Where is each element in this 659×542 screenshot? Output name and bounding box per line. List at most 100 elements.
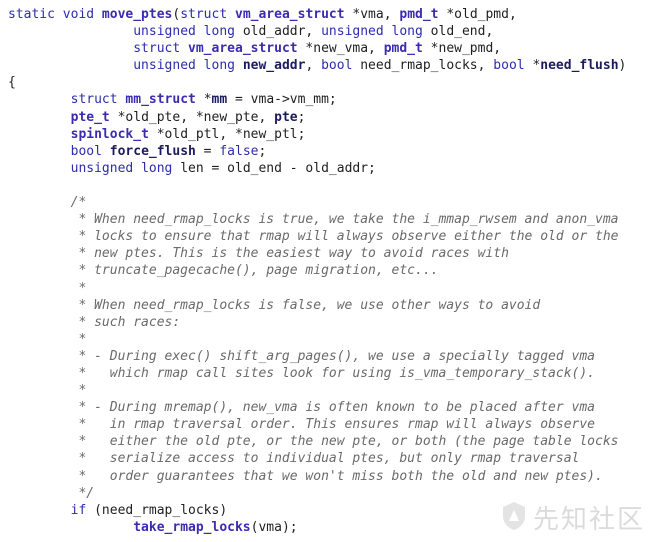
code-token: mm_struct [125, 92, 196, 108]
code-line: struct vm_area_struct *new_vma, pmd_t *n… [8, 40, 626, 57]
code-line: * serialize access to individual ptes, b… [8, 450, 626, 467]
code-token: = vma->vm_mm; [227, 92, 337, 108]
code-line: * which rmap call sites look for using i… [8, 365, 626, 382]
code-token: *old_pte, *new_pte, [109, 109, 275, 125]
code-block: static void move_ptes(struct vm_area_str… [8, 6, 626, 536]
code-token: * new ptes. This is the easiest way to a… [8, 246, 509, 262]
code-token: struct [70, 92, 126, 108]
code-token: struct [180, 7, 235, 22]
code-token: false [219, 143, 259, 159]
code-token: pmd_t [399, 7, 439, 22]
code-token: unsigned long [133, 58, 243, 74]
code-token: * serialize access to individual ptes, b… [8, 451, 580, 467]
code-token: * order guarantees that we won't miss bo… [8, 468, 603, 484]
code-line: * [8, 382, 626, 399]
code-token: * When need_rmap_locks is false, we use … [8, 297, 541, 313]
code-line: * - During mremap(), new_vma is often kn… [8, 399, 626, 416]
code-token: { [8, 75, 16, 91]
code-token: * in rmap traversal order. This ensures … [8, 417, 595, 433]
code-token: * such races: [8, 314, 181, 330]
code-token: * - During mremap(), new_vma is often kn… [8, 400, 595, 416]
code-line: struct mm_struct *mm = vma->vm_mm; [8, 91, 626, 108]
code-token: old_end, [430, 24, 494, 40]
code-token: take_rmap_locks [133, 519, 251, 535]
code-token: spinlock_t [70, 126, 149, 142]
code-token: * [195, 92, 212, 108]
code-line: * locks to ensure that rmap will always … [8, 228, 626, 245]
code-line: * When need_rmap_locks is false, we use … [8, 297, 626, 314]
code-line: * order guarantees that we won't miss bo… [8, 468, 626, 485]
code-token: pmd_t [383, 41, 423, 57]
code-line: * new ptes. This is the easiest way to a… [8, 245, 626, 262]
code-token: struct [133, 41, 189, 57]
code-token: vm_area_struct [188, 41, 298, 57]
shield-logo-icon [501, 501, 527, 535]
code-token: if [70, 502, 95, 518]
code-token: ) [618, 58, 627, 74]
code-line: * - During exec() shift_arg_pages(), we … [8, 348, 626, 365]
code-line: bool force_flush = false; [8, 143, 626, 160]
code-token: unsigned long [321, 24, 431, 40]
watermark-text: 先知社区 [532, 505, 645, 535]
code-line: unsigned long new_addr, bool need_rmap_l… [8, 57, 626, 74]
code-line: unsigned long len = old_end - old_addr; [8, 160, 626, 177]
code-token: * locks to ensure that rmap will always … [8, 229, 619, 245]
code-token: ; [258, 143, 267, 159]
code-token: *new_vma, [297, 41, 384, 57]
code-token: len = old_end - old_addr; [180, 160, 376, 176]
code-token: *new_pmd, [422, 41, 502, 57]
code-line: unsigned long old_addr, unsigned long ol… [8, 23, 626, 40]
code-line: * such races: [8, 314, 626, 331]
code-token: need_rmap_locks, [360, 58, 494, 74]
code-line: spinlock_t *old_ptl, *new_ptl; [8, 126, 626, 143]
code-token: need_flush [540, 58, 619, 74]
code-token: vm_area_struct [235, 7, 345, 22]
code-token: bool [493, 58, 533, 74]
code-line: * [8, 280, 626, 297]
code-token: old_addr, [242, 24, 322, 40]
code-token: *old_pmd, [438, 7, 517, 22]
code-line: * either the old pte, or the new pte, or… [8, 433, 626, 450]
code-token: * [8, 280, 87, 296]
code-token: (need_rmap_locks) [94, 502, 228, 518]
code-token: static void [8, 7, 102, 22]
code-token: * - During exec() shift_arg_pages(), we … [8, 348, 595, 364]
code-line: static void move_ptes(struct vm_area_str… [8, 6, 626, 23]
code-token: bool [70, 143, 110, 159]
code-token: = [195, 143, 220, 159]
code-token: * either the old pte, or the new pte, or… [8, 434, 619, 450]
code-line: { [8, 74, 626, 91]
code-token: ; [297, 109, 306, 125]
code-line: * in rmap traversal order. This ensures … [8, 416, 626, 433]
code-token: /* [8, 195, 87, 211]
code-line: * truncate_pagecache(), page migration, … [8, 262, 626, 279]
code-token: new_addr [242, 58, 306, 74]
code-line: pte_t *old_pte, *new_pte, pte; [8, 109, 626, 126]
code-token: *old_ptl, *new_ptl; [148, 126, 306, 142]
code-token: pte_t [70, 109, 110, 125]
code-token: pte [274, 109, 298, 125]
code-line: * [8, 331, 626, 348]
code-token: * [8, 331, 87, 347]
code-token: force_flush [109, 143, 196, 159]
code-token: * which rmap call sites look for using i… [8, 365, 595, 381]
code-token: bool [321, 58, 361, 74]
code-token: unsigned long [70, 160, 181, 176]
code-token: * truncate_pagecache(), page migration, … [8, 263, 439, 279]
code-token: unsigned long [133, 24, 243, 40]
code-token: mm [211, 92, 228, 108]
code-token: *vma, [344, 7, 400, 22]
code-line: * When need_rmap_locks is true, we take … [8, 211, 626, 228]
watermark: 先知社区 [501, 499, 645, 536]
code-token: move_ptes [101, 7, 173, 22]
code-token: , [305, 58, 322, 74]
